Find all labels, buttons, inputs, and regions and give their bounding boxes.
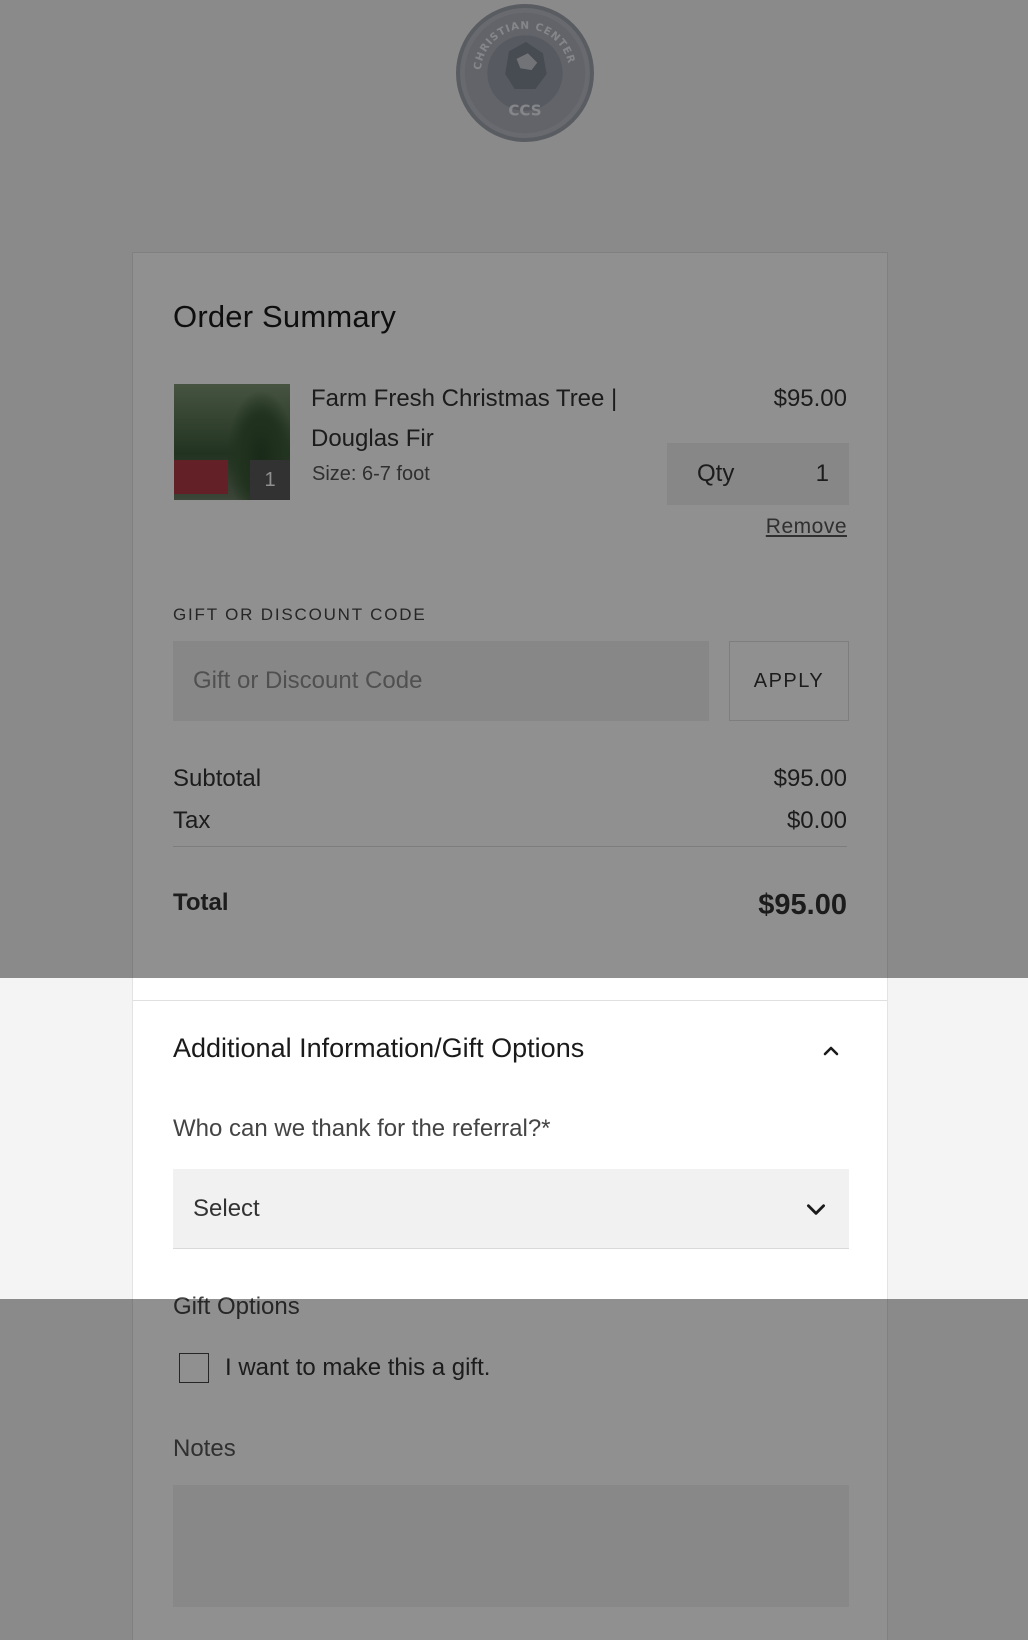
checkout-page: CHRISTIAN CENTER SCHOOL CCS Order Summar… — [0, 0, 1028, 1640]
tax-label: Tax — [173, 807, 211, 834]
quantity-field[interactable]: Qty 1 — [667, 443, 849, 505]
referral-question-label: Who can we thank for the referral?* — [173, 1115, 551, 1142]
total-value: $95.00 — [758, 889, 847, 921]
logo-initials: CCS — [508, 101, 541, 119]
school-logo: CHRISTIAN CENTER SCHOOL CCS — [456, 4, 594, 142]
product-variant: Size: 6-7 foot — [312, 463, 430, 485]
product-price: $95.00 — [773, 385, 847, 412]
total-label: Total — [173, 889, 229, 916]
notes-label: Notes — [173, 1435, 236, 1462]
gift-options-heading: Gift Options — [173, 1293, 300, 1320]
product-thumbnail: 1 — [174, 384, 290, 500]
order-card: Order Summary 1 Farm Fresh Christmas Tre… — [132, 252, 888, 1640]
section-divider — [133, 1000, 887, 1001]
notes-textarea[interactable] — [173, 1485, 849, 1607]
totals-divider — [173, 846, 847, 847]
referral-select-value: Select — [193, 1194, 260, 1222]
gift-checkbox[interactable] — [179, 1353, 209, 1383]
subtotal-value: $95.00 — [773, 765, 847, 792]
subtotal-row: Subtotal $95.00 — [173, 765, 847, 793]
order-summary-title: Order Summary — [173, 299, 397, 334]
remove-item-link[interactable]: Remove — [766, 515, 847, 539]
qty-label: Qty — [697, 460, 735, 487]
thumbnail-detail — [174, 460, 228, 494]
gift-checkbox-label: I want to make this a gift. — [225, 1354, 491, 1381]
chevron-up-icon[interactable] — [819, 1039, 843, 1063]
product-name: Farm Fresh Christmas Tree | Douglas Fir — [311, 385, 618, 452]
apply-discount-button[interactable]: APPLY — [729, 641, 849, 721]
additional-info-title: Additional Information/Gift Options — [173, 1033, 585, 1063]
quantity-badge: 1 — [250, 460, 290, 500]
qty-value[interactable]: 1 — [816, 460, 829, 488]
subtotal-label: Subtotal — [173, 765, 262, 792]
total-row: Total $95.00 — [173, 889, 847, 922]
tax-value: $0.00 — [786, 807, 847, 834]
tax-row: Tax $0.00 — [173, 807, 847, 835]
discount-code-label: GIFT OR DISCOUNT CODE — [173, 605, 427, 624]
gift-option-row[interactable]: I want to make this a gift. — [179, 1353, 490, 1383]
discount-code-input[interactable] — [173, 641, 709, 721]
referral-select[interactable]: Select — [173, 1169, 849, 1249]
chevron-down-icon — [807, 1203, 825, 1215]
